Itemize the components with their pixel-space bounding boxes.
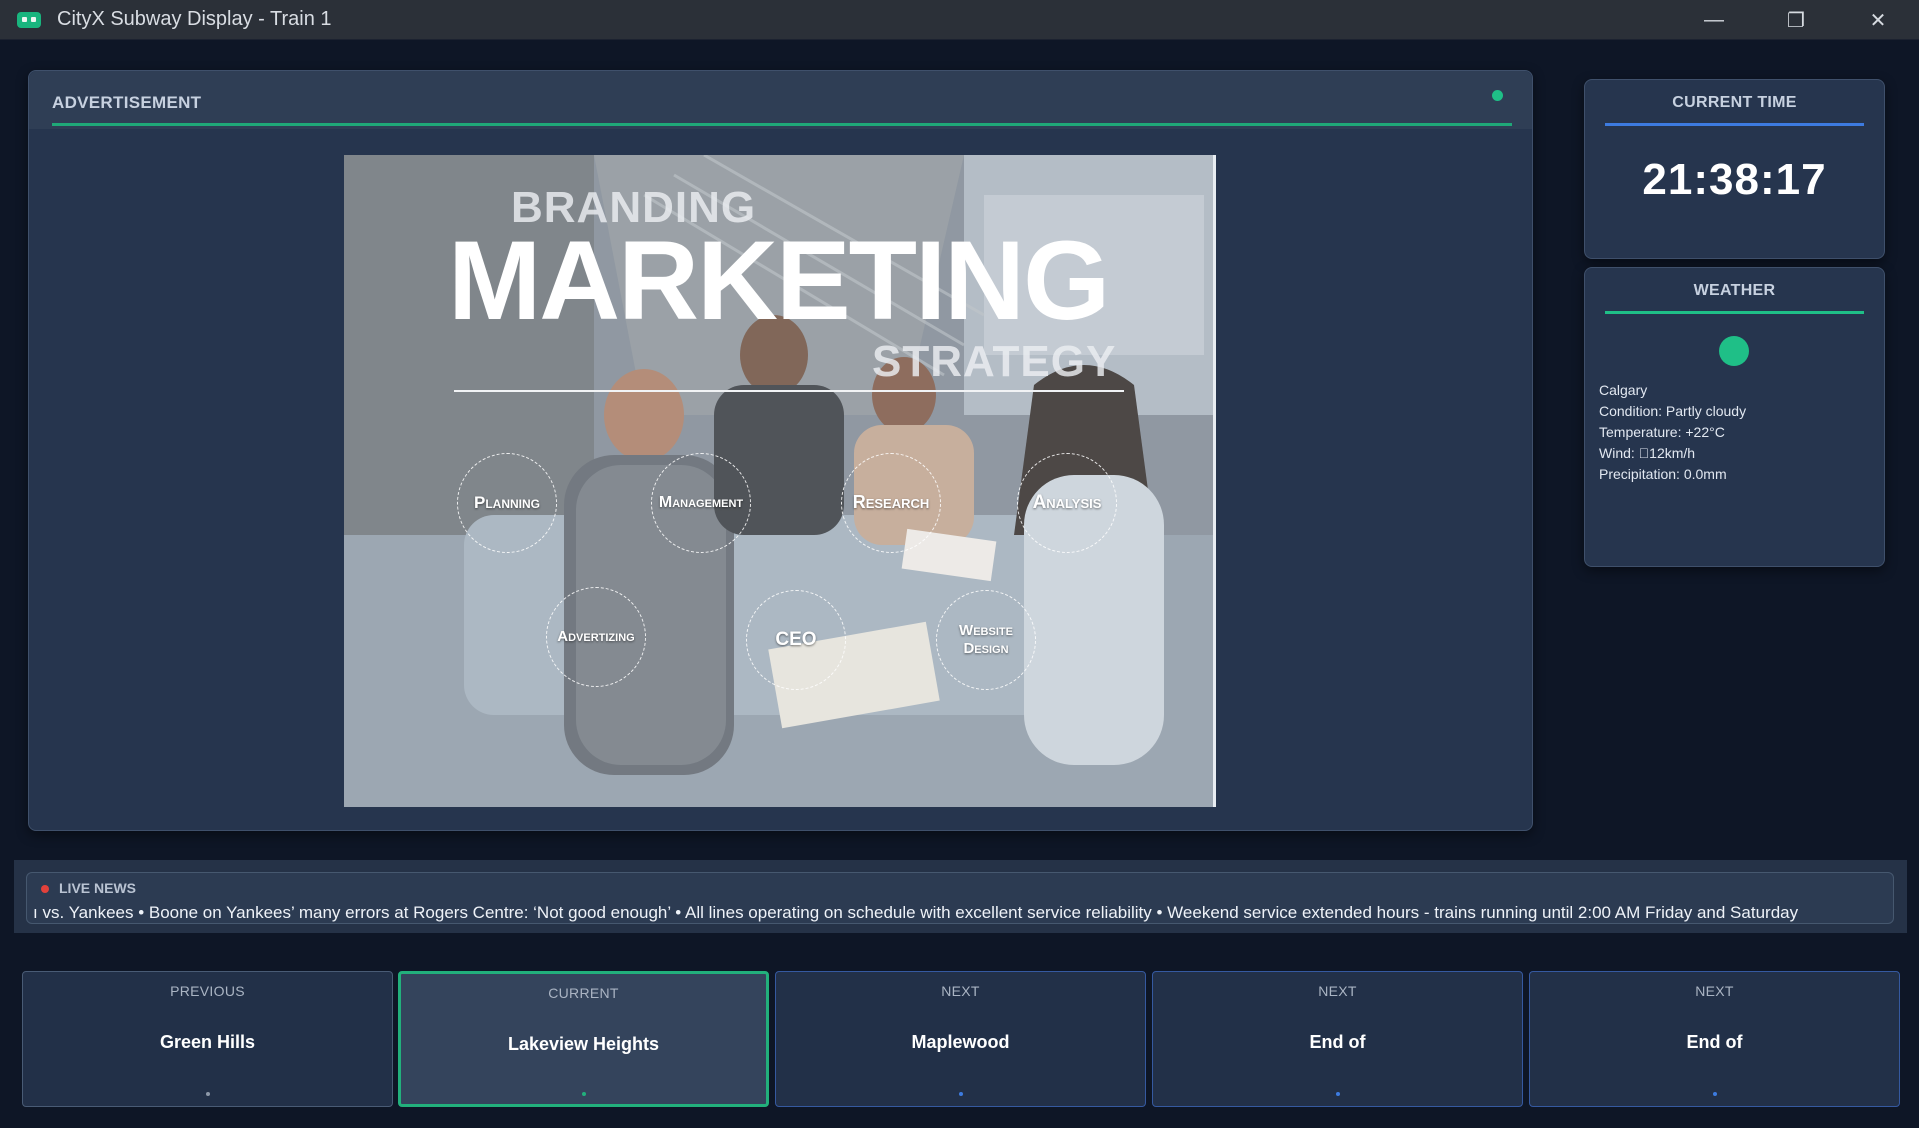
station-name: End of: [1686, 1032, 1743, 1052]
weather-wind: Wind: ⃕12km/h: [1599, 445, 1696, 461]
ad-bubble-advertizing: Advertizing: [546, 587, 646, 687]
ad-bubble-research: Research: [841, 453, 941, 553]
station-dot-icon: [1335, 1092, 1340, 1096]
station-dot-icon: [205, 1092, 210, 1096]
ad-divider-line: [454, 390, 1124, 392]
advertisement-underline: [52, 123, 1512, 126]
weather-title: WEATHER: [1693, 282, 1776, 299]
station-previous: PREVIOUS Green Hills: [22, 971, 393, 1107]
advertisement-panel: ADVERTISEMENT BRANDING MARKETING STRATEG…: [28, 70, 1533, 831]
weather-precipitation: Precipitation: 0.0mm: [1599, 466, 1727, 482]
station-name: Maplewood: [911, 1032, 1010, 1052]
current-time-card: CURRENT TIME 21:38:17: [1584, 79, 1885, 259]
station-name: End of: [1309, 1032, 1366, 1052]
station-name: Green Hills: [159, 1032, 256, 1052]
station-next-3: NEXT End of: [1529, 971, 1900, 1107]
ad-bubble-website-design: Website Design: [936, 590, 1036, 690]
station-next-2: NEXT End of: [1152, 971, 1523, 1107]
current-time-underline: [1605, 123, 1864, 126]
live-indicator-icon: [41, 885, 49, 893]
station-dot-icon: [581, 1092, 586, 1096]
current-time-title: CURRENT TIME: [1672, 94, 1797, 111]
news-bar: LIVE NEWS ı vs. Yankees • Boone on Yanke…: [14, 860, 1907, 933]
minimize-button[interactable]: —: [1673, 0, 1755, 40]
station-next-1: NEXT Maplewood: [775, 971, 1146, 1107]
title-bar: CityX Subway Display - Train 1 — ❐ ✕: [0, 0, 1919, 40]
close-button[interactable]: ✕: [1837, 0, 1919, 40]
station-dot-icon: [1712, 1092, 1717, 1096]
station-label: NEXT: [941, 983, 980, 999]
weather-card: WEATHER Calgary Condition: Partly cloudy…: [1584, 267, 1885, 567]
station-dot-icon: [958, 1092, 963, 1096]
advertisement-header: ADVERTISEMENT: [29, 71, 1532, 129]
ad-bubble-planning: Planning: [457, 453, 557, 553]
station-name: Lakeview Heights: [507, 1034, 660, 1054]
live-news-label: LIVE NEWS: [59, 880, 137, 896]
ad-bubble-management: Management: [651, 453, 751, 553]
station-label: PREVIOUS: [170, 983, 245, 999]
weather-condition: Condition: Partly cloudy: [1599, 403, 1747, 419]
station-label: NEXT: [1695, 983, 1734, 999]
advertisement-image: BRANDING MARKETING STRATEGY Planning Man…: [344, 155, 1216, 807]
station-label: CURRENT: [548, 985, 619, 1001]
ad-bubble-ceo: CEO: [746, 590, 846, 690]
ad-subhead-text: STRATEGY: [872, 337, 1117, 386]
app-icon: [17, 11, 41, 28]
station-current: CURRENT Lakeview Heights: [398, 971, 769, 1107]
weather-details: Calgary Condition: Partly cloudy Tempera…: [1599, 380, 1746, 485]
station-label: NEXT: [1318, 983, 1357, 999]
advertisement-title: ADVERTISEMENT: [52, 93, 202, 112]
weather-city: Calgary: [1599, 382, 1648, 398]
ad-bubble-analysis: Analysis: [1017, 453, 1117, 553]
weather-underline: [1605, 311, 1864, 314]
news-ticker-panel: LIVE NEWS ı vs. Yankees • Boone on Yanke…: [26, 872, 1894, 924]
window-title: CityX Subway Display - Train 1: [57, 8, 332, 30]
window-controls: — ❐ ✕: [1673, 0, 1919, 40]
ad-headline-text: MARKETING: [448, 218, 1110, 343]
status-indicator-icon: [1492, 90, 1503, 101]
news-ticker-text: ı vs. Yankees • Boone on Yankees’ many e…: [33, 903, 1799, 922]
weather-status-icon: [1719, 336, 1749, 366]
weather-temperature: Temperature: +22°C: [1599, 424, 1725, 440]
current-time-value: 21:38:17: [1642, 155, 1827, 204]
maximize-button[interactable]: ❐: [1755, 0, 1837, 40]
